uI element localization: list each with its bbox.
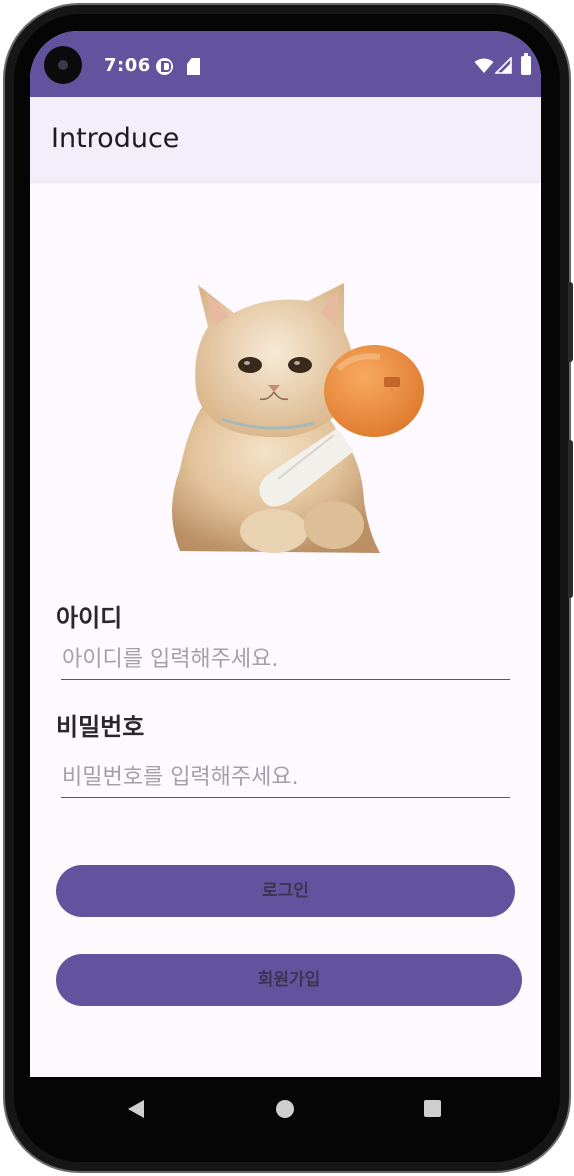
battery-icon [521, 53, 531, 75]
sd-card-icon [187, 58, 200, 75]
profile-image [172, 283, 424, 553]
password-input[interactable] [61, 758, 510, 798]
id-label: 아이디 [56, 604, 123, 632]
login-button[interactable]: 로그인 [56, 865, 515, 917]
app-bar: Introduce [30, 97, 541, 181]
status-bar: 7:06 [30, 31, 541, 97]
volume-button [568, 440, 573, 598]
app-screen: 7:06 Introduce 아이디 아이디를 입력해주세요. 비밀번호 로그인… [30, 31, 541, 1077]
home-icon[interactable] [276, 1100, 294, 1118]
password-label: 비밀번호 [56, 713, 145, 741]
data-saver-icon [156, 58, 173, 75]
recents-icon[interactable] [424, 1100, 441, 1117]
camera-cutout [44, 46, 82, 84]
navigation-bar [30, 1077, 541, 1139]
back-icon[interactable] [127, 1099, 145, 1119]
status-time: 7:06 [104, 55, 151, 76]
wifi-icon [474, 58, 494, 73]
signup-button[interactable]: 회원가입 [56, 954, 522, 1006]
power-button [568, 282, 573, 362]
signal-icon [495, 57, 512, 74]
id-input[interactable] [61, 640, 510, 680]
app-title: Introduce [51, 123, 180, 154]
